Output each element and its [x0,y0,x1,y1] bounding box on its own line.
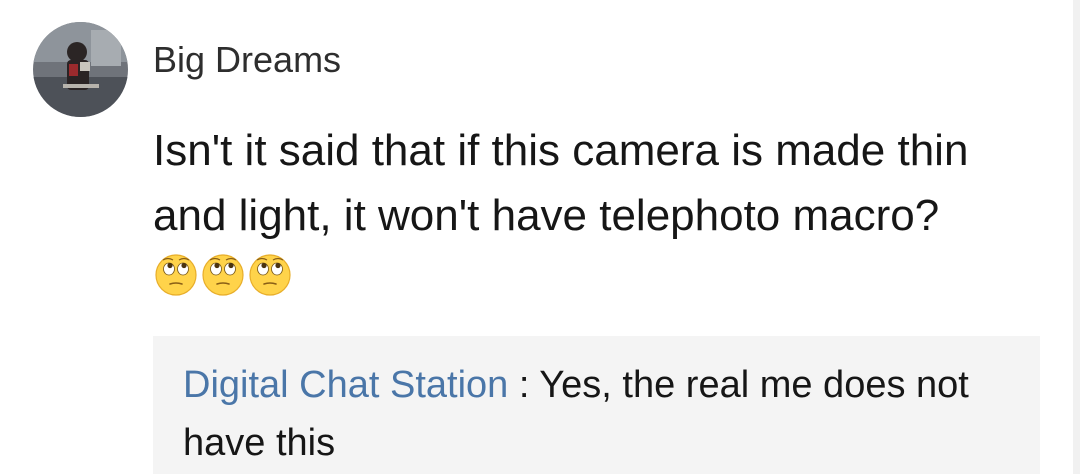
comment-text: Isn't it said that if this camera is mad… [153,126,969,240]
reply-separator: : [508,364,540,406]
face-with-rolling-eyes-icon [155,254,197,296]
avatar[interactable] [33,22,128,117]
reply-author-name[interactable]: Digital Chat Station [183,364,508,406]
face-with-rolling-eyes-icon [249,254,291,296]
comment-text-block: Isn't it said that if this camera is mad… [153,118,1033,319]
comment-author-name[interactable]: Big Dreams [153,38,341,82]
scroll-edge [1073,0,1080,474]
reply-box[interactable]: Digital Chat Station : Yes, the real me … [153,336,1040,474]
face-with-rolling-eyes-icon [202,254,244,296]
emoji-row [155,254,296,319]
reply-text-block: Digital Chat Station : Yes, the real me … [183,356,1013,472]
